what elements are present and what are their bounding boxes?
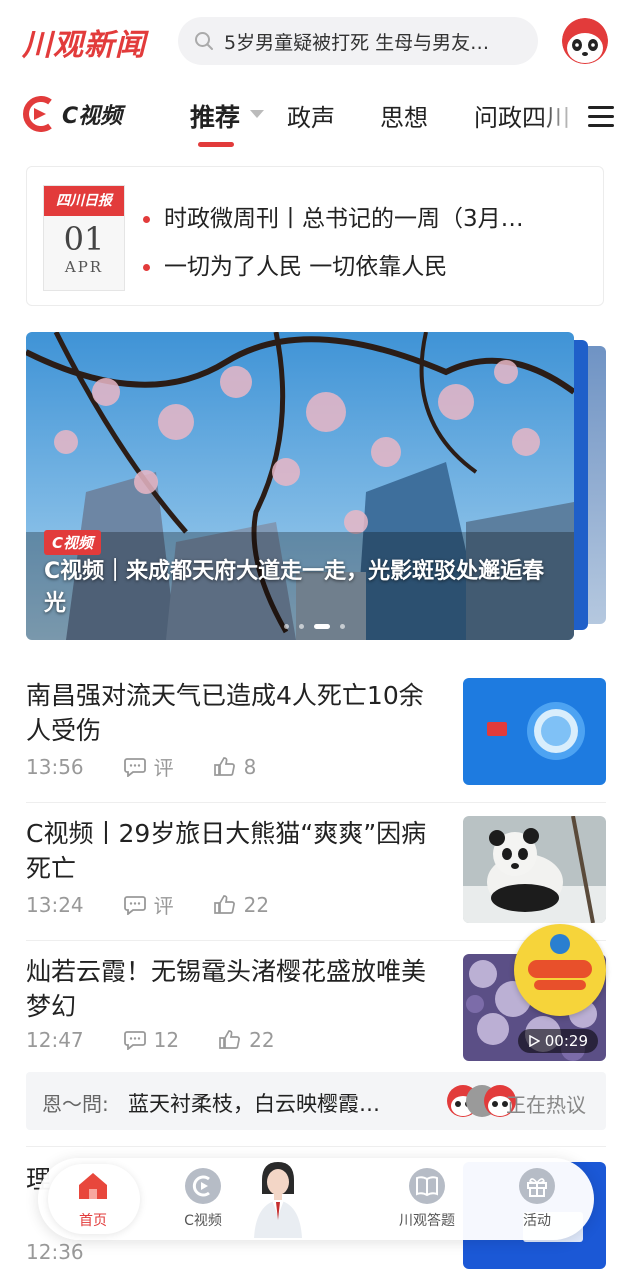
search-icon (195, 32, 213, 50)
comment-button[interactable]: 评 (123, 890, 174, 919)
carousel-badge: C视频 (44, 530, 102, 555)
daily-paper-card[interactable]: 四川日报 01 APR 时政微周刊丨总书记的一周（3月… 一切为了人民 一切依靠… (26, 166, 604, 306)
news-time: 12:36 (26, 1240, 84, 1264)
ai-anchor-avatar[interactable] (248, 1160, 308, 1238)
paper-calendar: 四川日报 01 APR (43, 185, 125, 291)
news-meta: 12:47 12 22 (26, 1028, 275, 1052)
cvideo-icon (185, 1168, 221, 1204)
news-meta: 13:56 评 8 (26, 752, 256, 781)
news-title[interactable]: 南昌强对流天气已造成4人死亡10余人受伤 (26, 678, 436, 748)
active-tab-indicator (198, 142, 234, 147)
cvideo-logo-icon (23, 96, 52, 132)
search-bar[interactable]: 5岁男童疑被打死 生母与男友… (178, 17, 538, 65)
news-thumbnail[interactable] (463, 816, 606, 923)
carousel-dots (284, 624, 355, 629)
nav-home[interactable]: 首页 (48, 1168, 138, 1230)
nav-activity-label: 活动 (523, 1213, 551, 1229)
tab-politics[interactable]: 政声 (287, 98, 335, 133)
hot-discussion-bar[interactable]: 恩～問: 蓝天衬柔枝，白云映樱霞… 正在热议 (26, 1072, 606, 1130)
nav-quiz-label: 川观答题 (399, 1213, 455, 1229)
news-meta: 12:36 (26, 1240, 84, 1264)
nav-home-label: 首页 (79, 1213, 107, 1229)
news-item[interactable]: 南昌强对流天气已造成4人死亡10余人受伤 13:56 评 8 (26, 678, 606, 788)
search-input[interactable]: 5岁男童疑被打死 生母与男友… (224, 28, 489, 55)
like-button[interactable]: 22 (213, 892, 270, 917)
tab-thought[interactable]: 思想 (380, 98, 428, 133)
divider (26, 1146, 606, 1147)
video-duration-badge: 00:29 (517, 1029, 598, 1053)
like-button[interactable]: 22 (219, 1028, 275, 1052)
paper-masthead: 四川日报 (44, 186, 124, 216)
hot-comment-text: 蓝天衬柔枝，白云映樱霞… (128, 1092, 380, 1116)
user-avatar-panda-icon[interactable] (562, 18, 608, 64)
comment-button[interactable]: 评 (123, 752, 174, 781)
promo-floating-badge[interactable] (514, 924, 606, 1016)
news-time: 13:56 (26, 754, 84, 779)
comment-icon (123, 1031, 146, 1050)
nav-activity[interactable]: 活动 (492, 1168, 582, 1230)
cvideo-logo-text: C视频 (62, 104, 123, 129)
comment-count: 评 (153, 894, 174, 918)
paper-month: APR (64, 258, 104, 276)
home-icon (75, 1168, 111, 1204)
gift-icon (519, 1168, 555, 1204)
tabs-fade (540, 86, 580, 146)
comment-icon (123, 757, 146, 777)
news-title[interactable]: C视频丨29岁旅日大熊猫“爽爽”因病死亡 (26, 816, 436, 886)
like-count: 22 (243, 892, 270, 917)
channel-tabs: C视频 推荐 政声 思想 问政四川 (0, 86, 630, 147)
paper-headline-1[interactable]: 时政微周刊丨总书记的一周（3月… (143, 199, 588, 233)
play-icon (529, 1035, 540, 1047)
thumbs-up-icon (219, 1030, 240, 1049)
carousel-title[interactable]: C视频｜来成都天府大道走一走，光影斑驳处邂逅春光 (44, 556, 554, 620)
tab-recommend[interactable]: 推荐 (190, 98, 240, 134)
nav-cvideo[interactable]: C视频 (158, 1168, 248, 1230)
comment-count: 12 (153, 1028, 180, 1052)
news-thumbnail[interactable] (463, 678, 606, 785)
menu-icon[interactable] (588, 106, 614, 128)
book-icon (409, 1168, 445, 1204)
news-time: 12:47 (26, 1028, 84, 1052)
divider (26, 802, 606, 803)
hot-status: 正在热议 (506, 1093, 586, 1117)
nav-quiz[interactable]: 川观答题 (382, 1168, 472, 1230)
thumbs-up-icon (213, 756, 235, 776)
top-header: 川观新闻 5岁男童疑被打死 生母与男友… (0, 0, 630, 82)
like-count: 22 (249, 1028, 275, 1052)
news-time: 13:24 (26, 892, 84, 917)
paper-day: 01 (63, 220, 105, 258)
cvideo-channel-logo[interactable]: C视频 (20, 96, 122, 132)
bottom-navigation: 首页 C视频 川观答题 活动 (38, 1158, 594, 1240)
video-duration: 00:29 (544, 1032, 588, 1050)
news-title[interactable]: 灿若云霞！无锡鼋头渚樱花盛放唯美梦幻 (26, 954, 436, 1024)
hot-user-name: 恩～問: (42, 1092, 109, 1116)
paper-headline-2[interactable]: 一切为了人民 一切依靠人民 (143, 247, 588, 281)
like-count: 8 (243, 754, 257, 779)
comment-button[interactable]: 12 (123, 1028, 180, 1052)
nav-cvideo-label: C视频 (184, 1213, 222, 1229)
like-button[interactable]: 8 (213, 754, 257, 779)
thumbs-up-icon (213, 894, 235, 914)
news-item[interactable]: C视频丨29岁旅日大熊猫“爽爽”因病死亡 13:24 评 22 (26, 816, 606, 926)
news-meta: 13:24 评 22 (26, 890, 269, 919)
chevron-down-icon[interactable] (250, 110, 264, 118)
comment-icon (123, 895, 146, 915)
app-logo[interactable]: 川观新闻 (22, 20, 146, 64)
comment-count: 评 (153, 756, 174, 780)
